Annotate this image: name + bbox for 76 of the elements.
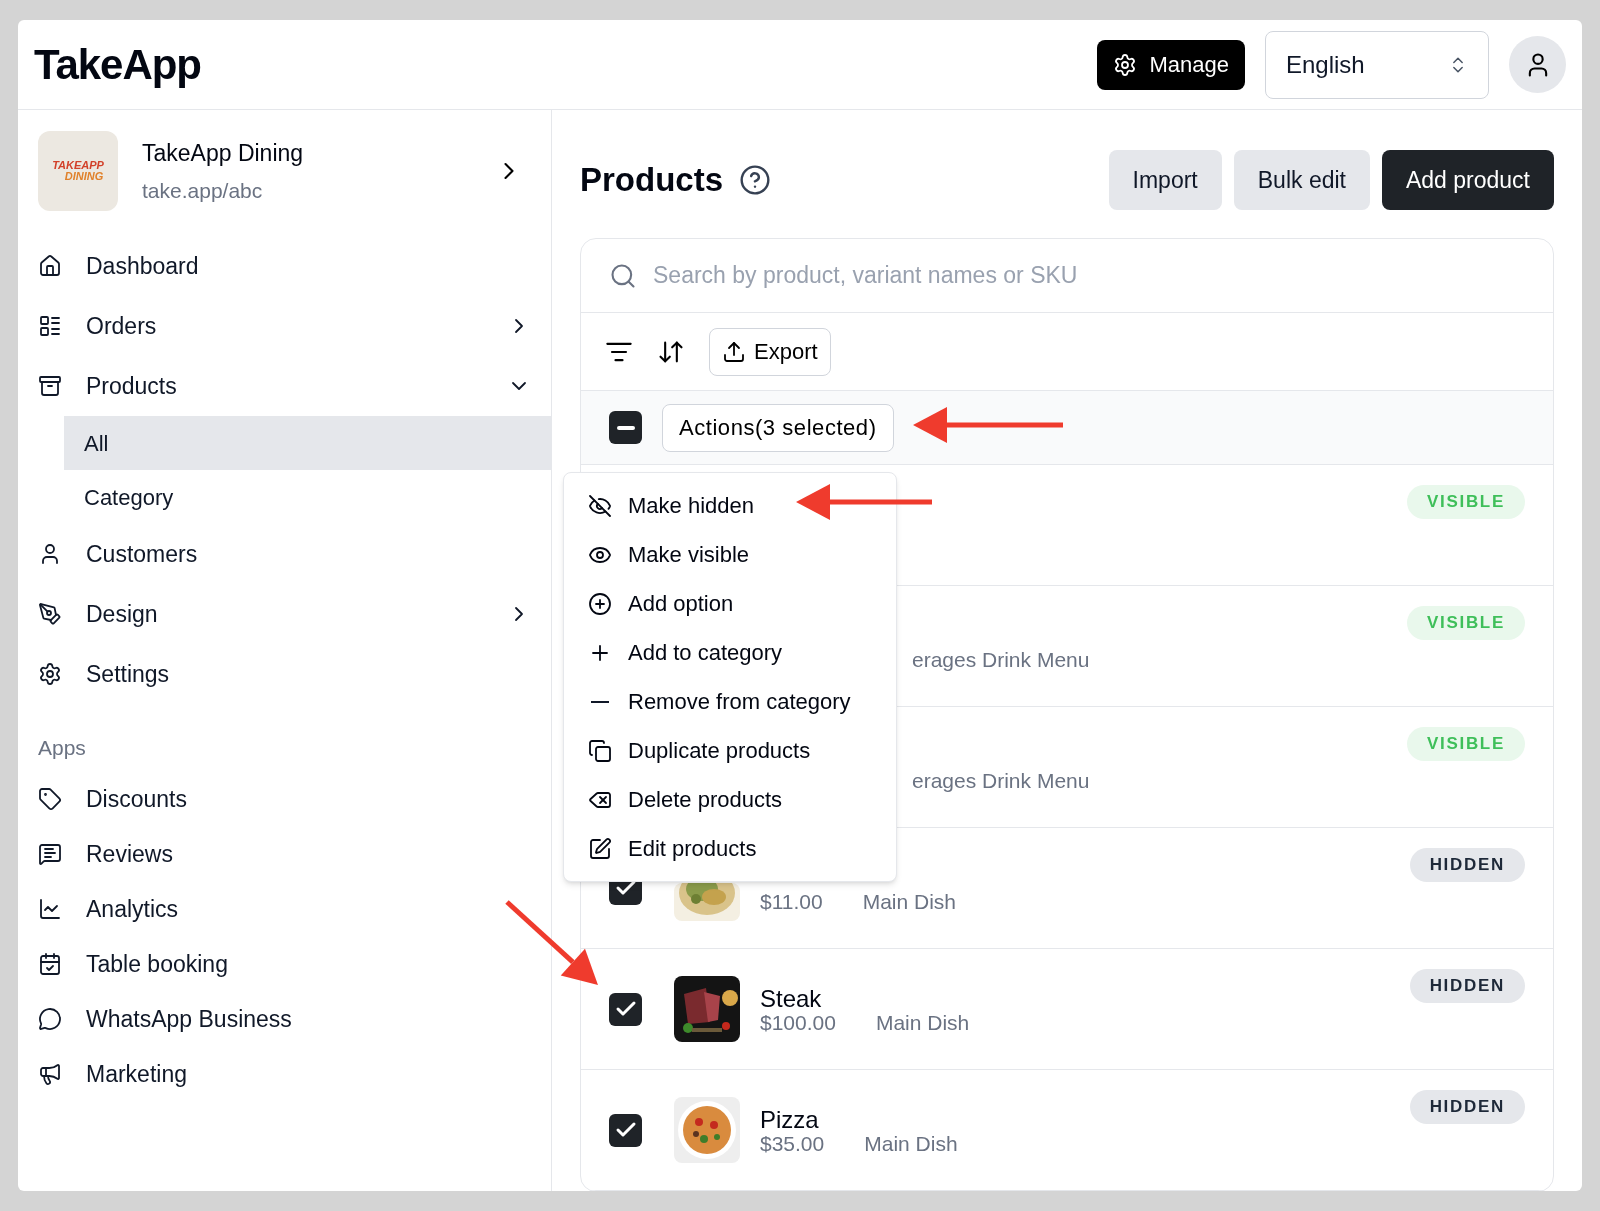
menu-item[interactable]: Make visible — [564, 530, 896, 579]
status-badge: HIDDEN — [1409, 969, 1525, 1003]
help-icon — [739, 164, 772, 196]
store-url: take.app/abc — [142, 177, 264, 204]
product-name: Steak — [760, 984, 823, 1009]
message-icon — [38, 842, 62, 866]
product-category: Main Dish — [862, 889, 957, 916]
manage-button[interactable]: Manage — [1097, 39, 1245, 90]
upload-icon — [722, 339, 746, 364]
sidebar-item[interactable]: Reviews — [18, 826, 551, 882]
language-select[interactable]: English — [1265, 30, 1489, 99]
product-category: Main Dish — [875, 1010, 970, 1037]
menu-item[interactable]: Duplicate products — [564, 726, 896, 775]
product-category: Main Dish — [864, 1131, 958, 1158]
minus-icon — [591, 700, 609, 703]
sidebar-subitem[interactable]: All — [64, 416, 551, 470]
sidebar-item[interactable]: Design — [18, 584, 551, 644]
status-badge: VISIBLE — [1406, 485, 1525, 519]
product-name: Pizza — [760, 1105, 820, 1130]
store-name: TakeApp Dining — [142, 139, 305, 168]
sidebar-item[interactable]: Products — [18, 356, 551, 416]
sidebar-item[interactable]: Marketing — [18, 1046, 551, 1102]
toolbar-button[interactable]: Import — [1108, 150, 1222, 210]
sidebar-item[interactable]: Orders — [18, 296, 551, 356]
section-heading: Apps — [37, 735, 87, 761]
toolbar-button[interactable]: Add product — [1381, 150, 1554, 210]
product-price: $100.00 — [760, 1010, 836, 1037]
sidebar-item[interactable]: Discounts — [18, 771, 551, 827]
status-badge: VISIBLE — [1406, 606, 1525, 640]
menu-item[interactable]: Add option — [564, 579, 896, 628]
tag-icon — [38, 787, 62, 811]
export-button[interactable]: Export — [709, 327, 831, 376]
row-checkbox[interactable] — [609, 992, 642, 1026]
search-field[interactable]: Search by product, variant names or SKU — [653, 258, 1525, 293]
pen-icon — [38, 602, 62, 626]
select-all-checkbox[interactable] — [609, 411, 642, 444]
edit-icon — [588, 836, 612, 861]
store-logo: TAKEAPP DINING — [38, 131, 118, 211]
product-category: erages Drink Menu — [912, 768, 1090, 795]
sidebar-subitem[interactable]: Category — [64, 470, 551, 524]
eye-off-icon — [588, 493, 612, 518]
actions-button[interactable]: Actions(3 selected) — [662, 403, 894, 452]
sidebar-item[interactable]: WhatsApp Business — [18, 991, 551, 1047]
plus-circle-icon — [588, 591, 612, 616]
sidebar-item[interactable]: Analytics — [18, 881, 551, 937]
menu-item[interactable]: Remove from category — [564, 677, 896, 726]
product-price: $35.00 — [760, 1131, 825, 1158]
sidebar-item[interactable]: Table booking — [18, 936, 551, 992]
box-icon — [38, 374, 62, 398]
calendar-icon — [38, 952, 62, 976]
store-switcher[interactable]: TAKEAPP DINING TakeApp Dining take.app/abc — [18, 130, 551, 212]
chat-icon — [38, 1007, 62, 1031]
menu-item[interactable]: Edit products — [564, 824, 896, 873]
settings-icon — [1113, 52, 1138, 77]
sidebar-item[interactable]: Dashboard — [18, 236, 551, 296]
sidebar-item[interactable]: Settings — [18, 644, 551, 704]
home-icon — [38, 254, 62, 278]
toolbar-button[interactable]: Bulk edit — [1233, 150, 1370, 210]
status-badge: HIDDEN — [1409, 848, 1525, 882]
megaphone-icon — [38, 1062, 62, 1086]
search-icon — [609, 261, 637, 290]
menu-item[interactable]: Add to category — [564, 628, 896, 677]
settings-icon — [38, 662, 62, 686]
menu-item[interactable]: Make hidden — [564, 481, 896, 530]
list-icon — [38, 314, 62, 338]
chart-icon — [38, 897, 62, 921]
status-badge: HIDDEN — [1409, 1090, 1525, 1124]
row-checkbox[interactable] — [609, 1113, 642, 1147]
menu-item[interactable]: Delete products — [564, 775, 896, 824]
status-badge: VISIBLE — [1406, 727, 1525, 761]
product-category: erages Drink Menu — [912, 647, 1090, 674]
app-logo: TakeApp — [34, 40, 202, 90]
copy-icon — [588, 738, 612, 763]
sidebar-item[interactable]: Customers — [18, 524, 551, 584]
product-price: $11.00 — [760, 889, 823, 916]
page-title: Products — [580, 160, 724, 201]
